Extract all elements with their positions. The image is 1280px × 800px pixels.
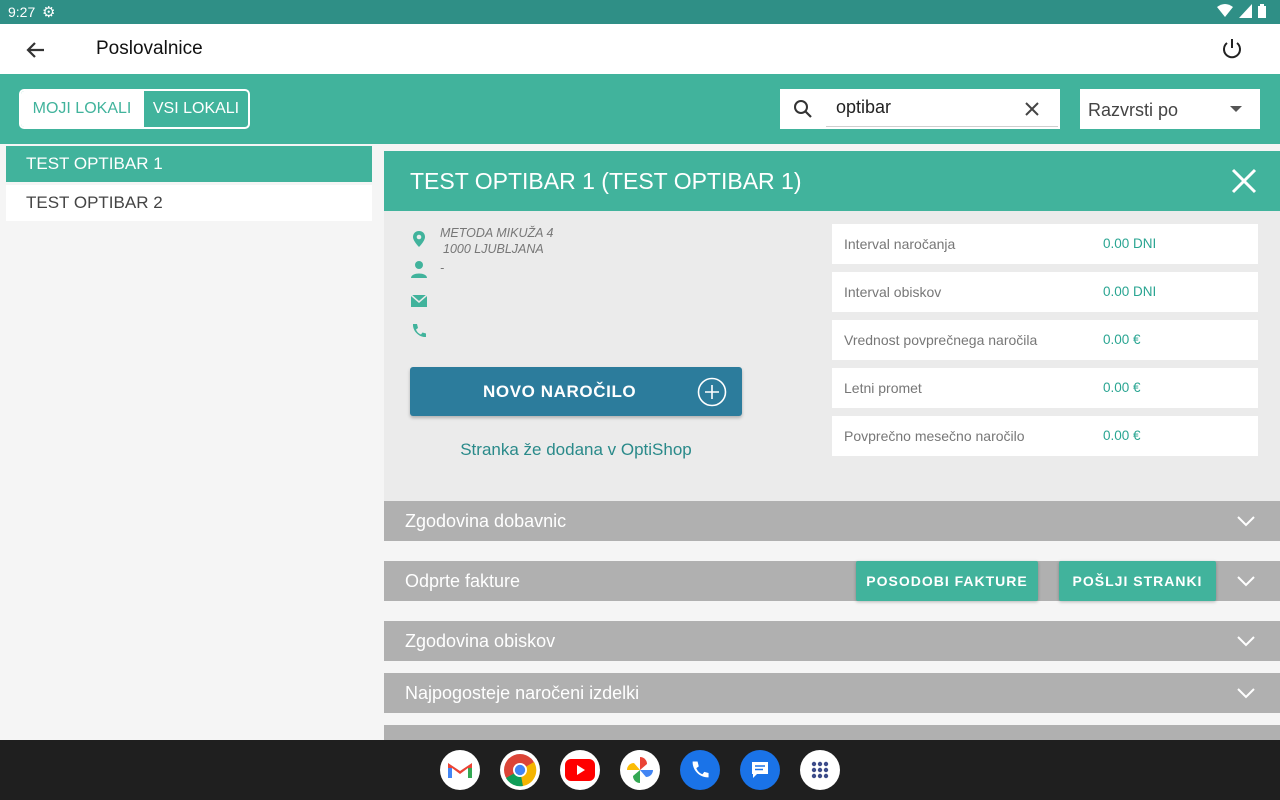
section-title: Odprte fakture	[405, 571, 521, 591]
status-icons	[1217, 4, 1266, 18]
tab-vsi-lokali[interactable]: VSI LOKALI	[143, 91, 248, 127]
address-line1: METODA MIKUŽA 4	[440, 226, 554, 240]
section-title: Najpogosteje naročeni izdelki	[405, 683, 640, 703]
stat-row: Letni promet 0.00 €	[832, 368, 1258, 408]
chevron-down-icon[interactable]	[1236, 633, 1256, 649]
power-icon[interactable]	[1218, 35, 1246, 63]
stats-panel: Interval naročanja 0.00 DNI Interval obi…	[832, 224, 1258, 464]
section-delivery-history[interactable]: Zgodovina dobavnic	[384, 501, 1280, 541]
search-box	[780, 89, 1060, 129]
page-title: Poslovalnice	[96, 38, 203, 59]
filter-toolbar: MOJI LOKALI VSI LOKALI Razvrsti po	[0, 74, 1280, 144]
chevron-down-icon[interactable]	[1236, 513, 1256, 529]
stat-label: Letni promet	[844, 380, 922, 396]
apps-grid-icon[interactable]	[800, 750, 840, 790]
chrome-icon[interactable]	[500, 750, 540, 790]
stat-row: Povprečno mesečno naročilo 0.00 €	[832, 416, 1258, 456]
tab-moji-lokali[interactable]: MOJI LOKALI	[21, 91, 143, 127]
stat-row: Interval naročanja 0.00 DNI	[832, 224, 1258, 264]
new-order-label: NOVO NAROČILO	[483, 382, 637, 401]
stat-label: Interval obiskov	[844, 284, 942, 300]
stat-value: 0.00 €	[1103, 380, 1141, 395]
app-dock	[440, 750, 840, 790]
person-icon	[411, 261, 427, 278]
section-title: Zgodovina dobavnic	[405, 511, 567, 531]
youtube-icon[interactable]	[560, 750, 600, 790]
stat-value: 0.00 €	[1103, 332, 1141, 347]
stat-row: Interval obiskov 0.00 DNI	[832, 272, 1258, 312]
stat-value: 0.00 €	[1103, 428, 1141, 443]
stat-label: Povprečno mesečno naročilo	[844, 428, 1025, 444]
phone-icon	[412, 324, 426, 338]
detail-title: TEST OPTIBAR 1 (TEST OPTIBAR 1)	[410, 168, 802, 194]
address-line2: 1000 LJUBLJANA	[443, 242, 544, 256]
section-top-products[interactable]: Najpogosteje naročeni izdelki	[384, 673, 1280, 713]
app-bar: Poslovalnice	[0, 24, 1280, 74]
detail-header: TEST OPTIBAR 1 (TEST OPTIBAR 1)	[384, 151, 1280, 211]
section-title: Zgodovina obiskov	[405, 631, 556, 651]
email-icon	[410, 294, 428, 307]
stat-value: 0.00 DNI	[1103, 284, 1157, 299]
optishop-status-link[interactable]: Stranka že dodana v OptiShop	[410, 440, 742, 460]
wifi-icon	[1217, 4, 1233, 17]
search-icon	[780, 89, 826, 129]
section-visit-history[interactable]: Zgodovina obiskov	[384, 621, 1280, 661]
photos-icon[interactable]	[620, 750, 660, 790]
chevron-down-icon[interactable]	[1236, 685, 1256, 701]
stat-label: Vrednost povprečnega naročila	[844, 332, 1038, 348]
stat-value: 0.00 DNI	[1103, 236, 1157, 251]
section-open-invoices[interactable]: Odprte fakture POSODOBI FAKTURE POŠLJI S…	[384, 561, 1280, 601]
back-arrow-icon[interactable]	[22, 36, 50, 64]
contact-person: -	[440, 261, 445, 275]
sort-label: Razvrsti po	[1088, 100, 1179, 120]
signal-icon	[1239, 4, 1252, 18]
location-scope-toggle: MOJI LOKALI VSI LOKALI	[19, 89, 250, 129]
new-order-button[interactable]: NOVO NAROČILO	[410, 367, 742, 416]
chevron-down-icon[interactable]	[1236, 573, 1256, 589]
stat-label: Interval naročanja	[844, 236, 956, 252]
gmail-icon[interactable]	[440, 750, 480, 790]
messages-icon[interactable]	[740, 750, 780, 790]
location-pin-icon	[413, 231, 425, 247]
send-to-customer-button[interactable]: POŠLJI STRANKI	[1059, 561, 1216, 601]
dropdown-caret-icon	[1230, 106, 1242, 112]
location-list: TEST OPTIBAR 1 TEST OPTIBAR 2	[6, 146, 372, 224]
sort-dropdown[interactable]: Razvrsti po	[1080, 89, 1260, 129]
section-partial[interactable]	[384, 725, 1280, 740]
navigation-bar	[0, 740, 1280, 800]
stat-row: Vrednost povprečnega naročila 0.00 €	[832, 320, 1258, 360]
list-item[interactable]: TEST OPTIBAR 2	[6, 185, 372, 221]
phone-app-icon[interactable]	[680, 750, 720, 790]
update-invoices-button[interactable]: POSODOBI FAKTURE	[856, 561, 1038, 601]
list-item[interactable]: TEST OPTIBAR 1	[6, 146, 372, 182]
settings-notification-icon: ⚙	[42, 4, 56, 21]
status-bar: 9:27 ⚙	[0, 0, 1280, 24]
close-icon[interactable]	[1230, 167, 1258, 195]
status-time: 9:27	[8, 4, 36, 20]
clear-search-icon[interactable]	[1022, 99, 1042, 119]
plus-circle-icon	[697, 377, 727, 407]
battery-icon	[1258, 4, 1266, 18]
